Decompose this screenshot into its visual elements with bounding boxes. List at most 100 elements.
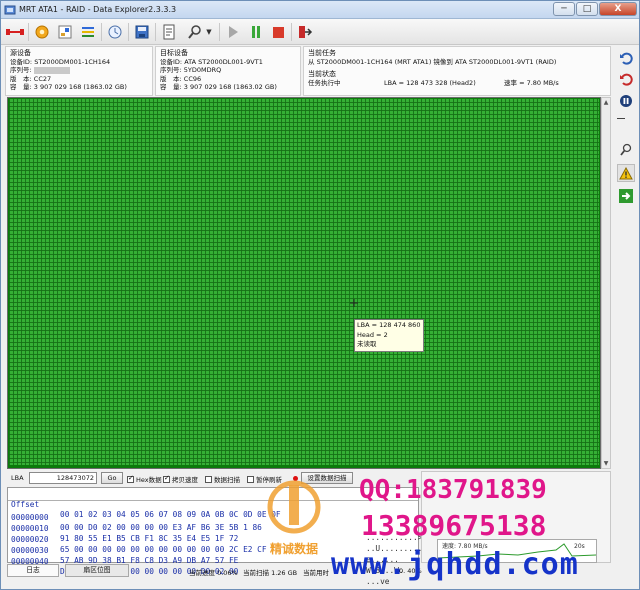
toolbar-separator [291,23,292,41]
play-button[interactable] [223,22,243,42]
refresh-icon [620,73,633,86]
source-serial-label: 序列号: [10,66,32,74]
hex-data-checkbox[interactable]: Hex数据 [127,474,162,484]
chart-button[interactable] [78,22,98,42]
checkbox-icon [247,475,254,483]
target-version-label: 版 本: [160,74,182,83]
warning-icon [619,166,633,179]
close-button[interactable]: X [599,2,637,16]
source-header: 源设备 [10,49,31,57]
tab-sector-bitmap[interactable]: 扇区位图 [65,564,129,577]
copy-speed-checkbox[interactable]: 拷贝速度 [163,474,198,484]
app-icon [4,5,16,15]
redo-button[interactable] [617,70,635,88]
target-header: 目标设备 [160,49,188,57]
tool-button[interactable] [617,141,635,159]
task-status: 任务执行中 [308,78,341,87]
exit-icon [299,26,313,38]
tab-log[interactable]: 日志 [7,564,59,577]
document-icon [163,24,175,40]
pause-circle-icon [620,95,632,107]
lba-label: LBA [11,474,24,482]
hex-divider [8,500,418,501]
target-capacity-label: 容 量: [160,83,182,91]
toolbar-separator [101,23,102,41]
go-button[interactable]: Go [101,472,123,484]
sector-map[interactable] [7,97,601,469]
toolbar-separator [28,23,29,41]
data-scan-checkbox[interactable]: 数据扫描 [205,474,240,484]
hex-row: 00000010 91 80 55 E1 B5 CB F1 8C 35 E4 E… [11,524,428,553]
source-device-panel: 源设备 设备ID: ST2000DM001-1CH164 序列号: 版 本: C… [5,46,153,96]
tools-icon [188,25,201,39]
hex-row: 00000030 57 AB 9D 38 B1 F8 C8 D3 A9 DB A… [11,546,404,575]
target-device-id: ATA ST2000DL001-9VT1 [184,57,263,66]
target-capacity: 3 907 029 168 (1863.02 GB) [183,83,277,91]
maximize-button[interactable]: □ [576,2,598,16]
warning-button[interactable] [617,164,635,182]
watermark-logo-text: 精诚数据 [270,541,318,556]
tools-dropdown[interactable]: ▼ [203,22,215,42]
source-capacity: 3 907 029 168 (1863.02 GB) [33,83,127,91]
minimize-button[interactable]: ─ [553,2,575,16]
task-panel: 当前任务 从 ST2000DM001-1CH164 (MRT ATA1) 镜像到… [303,46,611,96]
side-toolbar [613,46,639,466]
toolbar-separator [155,23,156,41]
window-title: MRT ATA1 - RAID - Data Explorer2.3.3.3 [19,5,177,14]
checkbox-icon [205,475,212,483]
scroll-down-icon[interactable]: ▼ [602,459,610,468]
disk-link-icon [6,29,24,35]
task-header: 当前任务 [308,49,336,57]
tools-button[interactable] [185,22,205,42]
hex-row: 00000040 D4 00 C0 76 65 00 00 00 00 00 D… [11,557,390,586]
target-id-label: 设备ID: [160,57,183,66]
lba-input[interactable]: 128473072 [29,472,97,484]
source-serial-redacted [33,66,70,74]
source-capacity-label: 容 量: [10,83,32,91]
hex-row: 00000000 00 00 D0 02 00 00 00 00 E3 AF B… [11,513,432,542]
scroll-up-icon[interactable]: ▲ [602,98,610,107]
checkbox-checked-icon [127,474,134,483]
sector-button[interactable] [55,22,75,42]
settings-button[interactable] [32,22,52,42]
sector-icon [58,25,72,39]
dropdown-icon: ▼ [206,28,212,36]
toolbar-separator [219,23,220,41]
pause-circle-button[interactable] [617,92,635,110]
disk-link-button[interactable] [5,22,25,42]
clock-icon [108,25,122,39]
source-version-label: 版 本: [10,74,32,83]
gear-icon [35,25,49,39]
exit-button[interactable] [295,22,315,42]
tools-icon [620,143,632,156]
sector-grid[interactable] [9,99,599,465]
document-button[interactable] [159,22,179,42]
watermark-qq: QQ:183791839 [359,475,547,505]
stop-button[interactable] [268,22,288,42]
target-version: CC96 [183,74,202,83]
task-rate: 速率 = 7.80 MB/s [504,78,559,87]
target-device-panel: 目标设备 设备ID: ATA ST2000DL001-9VT1 序列号: 5YD… [155,46,301,96]
stop-icon [272,26,284,38]
pause-button[interactable] [246,22,266,42]
task-description: 从 ST2000DM001-1CH164 (MRT ATA1) 镜像到 ATA … [308,57,557,66]
save-button[interactable] [132,22,152,42]
play-icon [229,26,238,38]
main-window: MRT ATA1 - RAID - Data Explorer2.3.3.3 ─… [0,0,640,590]
sector-map-scrollbar[interactable]: ▲ ▼ [601,97,611,469]
sector-tooltip: LBA = 128 474 860 Head = 2 未读取 [354,319,424,352]
status-header: 当前状态 [308,70,336,78]
arrow-right-icon [619,189,633,203]
status-progress: 当前进度 0.06% [189,569,238,577]
clock-button[interactable] [105,22,125,42]
undo-button[interactable] [617,49,635,67]
source-id-label: 设备ID: [10,57,33,66]
forward-button[interactable] [617,187,635,205]
status-scanned: 当前扫描 1.26 GB [243,569,298,577]
hex-row: 00000020 65 00 00 00 00 00 00 00 00 00 0… [11,535,399,564]
source-version: CC27 [33,74,52,83]
scroll-top-marker [617,116,625,122]
status-elapsed: 当前用时 [303,569,329,577]
task-lba: LBA = 128 473 328 (Head2) [384,78,476,87]
tooltip-head: Head = 2 [357,330,388,339]
